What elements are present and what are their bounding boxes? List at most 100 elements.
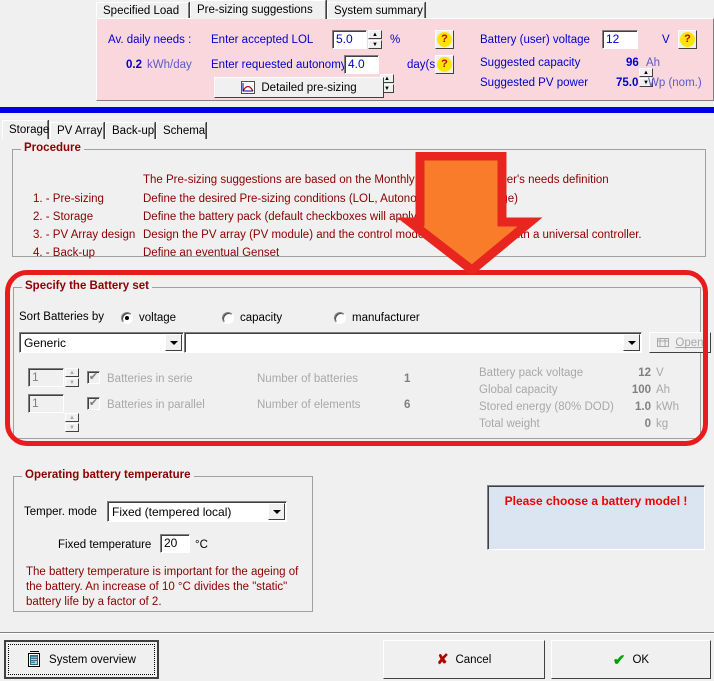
- batteries-in-parallel-input[interactable]: 1: [28, 394, 64, 413]
- tab-schema-label: Schema: [163, 125, 206, 137]
- total-weight-value: 0: [644, 418, 651, 430]
- blue-divider: [0, 107, 714, 113]
- batteries-in-parallel-spinner-down[interactable]: ▼: [65, 423, 79, 432]
- ok-label: OK: [632, 653, 650, 666]
- fixed-temperature-unit: °C: [195, 539, 208, 551]
- total-weight-unit: kg: [656, 418, 669, 430]
- global-capacity-value: 100: [631, 384, 651, 396]
- footer-divider: [0, 632, 714, 634]
- batteries-in-serie-label: Batteries in serie: [107, 373, 193, 385]
- chevron-down-icon[interactable]: [268, 503, 285, 520]
- question-mark-icon: ?: [437, 57, 452, 72]
- batteries-in-serie-spinner-down[interactable]: ▼: [65, 378, 79, 387]
- procedure-step-3-text: Design the PV array (PV module) and the …: [143, 229, 642, 241]
- procedure-group: Procedure The Pre-sizing suggestions are…: [12, 142, 706, 259]
- fixed-temperature-label: Fixed temperature: [58, 539, 152, 551]
- open-battery-database-label: Open: [675, 336, 704, 349]
- tab-back-up-label: Back-up: [112, 125, 155, 137]
- battery-pack-voltage-label: Battery pack voltage: [479, 367, 584, 379]
- battery-voltage-spinner-up[interactable]: ▲: [639, 68, 653, 77]
- requested-autonomy-input[interactable]: 4.0: [344, 55, 379, 74]
- top-tab-strip: Specified Load Pre-sizing suggestions Sy…: [96, 0, 714, 19]
- suggested-pv-power-label: Suggested PV power: [480, 77, 589, 89]
- battery-sort-combo[interactable]: Generic: [19, 332, 184, 353]
- system-overview-label: System overview: [49, 653, 136, 666]
- accepted-lol-spinner[interactable]: ▲ ▼: [368, 30, 382, 49]
- cross-icon: ✘: [436, 651, 449, 667]
- tab-storage[interactable]: Storage: [2, 120, 50, 139]
- requested-autonomy-help-button[interactable]: ?: [435, 55, 454, 74]
- avg-daily-needs-unit: kWh/day: [147, 59, 192, 71]
- radio-voltage-icon: [121, 312, 133, 324]
- chart-icon: [241, 81, 256, 94]
- number-of-elements-label: Number of elements: [257, 399, 361, 411]
- pre-sizing-summary-panel: Av. daily needs : 0.2 kWh/day Enter acce…: [96, 18, 714, 101]
- stored-energy-label: Stored energy (80% DOD): [479, 401, 614, 413]
- tab-storage-label: Storage: [9, 124, 50, 136]
- chevron-down-icon[interactable]: [623, 334, 640, 351]
- lower-tab-strip: Storage PV Array Back-up Schema: [0, 120, 714, 139]
- tab-pre-sizing-suggestions[interactable]: Pre-sizing suggestions: [190, 0, 326, 19]
- batteries-in-parallel-checkbox[interactable]: ✔: [87, 397, 100, 410]
- avg-daily-needs-value: 0.2: [126, 59, 142, 71]
- radio-sort-manufacturer[interactable]: manufacturer: [334, 312, 420, 324]
- number-of-elements-value: 6: [404, 399, 411, 411]
- procedure-step-1-text: Define the desired Pre-sizing conditions…: [143, 193, 519, 205]
- check-icon: ✔: [88, 371, 99, 383]
- detailed-pre-sizing-button[interactable]: Detailed pre-sizing: [214, 77, 384, 98]
- accepted-lol-help-button[interactable]: ?: [435, 30, 454, 49]
- requested-autonomy-label: Enter requested autonomy: [211, 59, 347, 71]
- fixed-temperature-input[interactable]: 20: [160, 534, 190, 553]
- batteries-in-serie-checkbox[interactable]: ✔: [87, 371, 100, 384]
- tab-back-up[interactable]: Back-up: [105, 122, 155, 139]
- batteries-in-serie-input[interactable]: 1: [28, 368, 64, 387]
- tab-pre-sizing-suggestions-label: Pre-sizing suggestions: [197, 4, 313, 16]
- procedure-caption: Procedure: [21, 142, 84, 154]
- battery-pack-voltage-value: 12: [638, 367, 651, 379]
- procedure-step-4-label: 4. - Back-up: [33, 247, 95, 259]
- battery-model-warning-text: Please choose a battery model !: [504, 494, 688, 508]
- batteries-in-serie-spinner[interactable]: ▲ ▼: [65, 368, 79, 387]
- battery-pack-voltage-unit: V: [656, 367, 664, 379]
- battery-model-combo[interactable]: [184, 332, 642, 353]
- battery-user-voltage-unit: V: [662, 34, 670, 46]
- tab-pv-array-label: PV Array: [57, 125, 103, 137]
- radio-sort-manufacturer-label: manufacturer: [352, 312, 420, 324]
- accepted-lol-spinner-down[interactable]: ▼: [368, 40, 382, 49]
- suggested-pv-power-unit: Wp (nom.): [648, 77, 702, 89]
- batteries-in-parallel-spinner[interactable]: ▲ ▼: [65, 413, 79, 432]
- system-overview-button[interactable]: System overview: [4, 640, 159, 679]
- radio-sort-voltage[interactable]: voltage: [121, 312, 176, 324]
- accepted-lol-input[interactable]: 5.0: [332, 30, 367, 49]
- ok-button[interactable]: ✔ OK: [551, 640, 711, 679]
- battery-set-caption: Specify the Battery set: [22, 280, 152, 292]
- batteries-in-serie-spinner-up[interactable]: ▲: [65, 368, 79, 377]
- procedure-step-2-label: 2. - Storage: [33, 211, 94, 223]
- global-capacity-unit: Ah: [656, 384, 671, 396]
- open-folder-icon: [657, 338, 670, 347]
- open-battery-database-button[interactable]: Open: [649, 332, 711, 353]
- tab-schema[interactable]: Schema: [156, 122, 206, 139]
- checkmark-icon: ✔: [612, 651, 626, 669]
- tab-specified-load-label: Specified Load: [103, 5, 180, 17]
- battery-voltage-help-button[interactable]: ?: [678, 30, 697, 49]
- battery-user-voltage-input[interactable]: 12: [602, 30, 638, 49]
- chevron-down-icon[interactable]: [165, 334, 182, 351]
- suggested-capacity-unit: Ah: [646, 57, 661, 69]
- temper-mode-combo[interactable]: Fixed (tempered local): [107, 501, 287, 522]
- temper-mode-combo-value: Fixed (tempered local): [112, 504, 232, 519]
- tab-specified-load[interactable]: Specified Load: [96, 2, 189, 19]
- procedure-step-2-text: Define the battery pack (default checkbo…: [143, 211, 505, 223]
- cancel-label: Cancel: [455, 653, 492, 666]
- tab-pv-array[interactable]: PV Array: [50, 122, 104, 139]
- tab-system-summary[interactable]: System summary: [327, 2, 425, 19]
- temper-mode-label: Temper. mode: [24, 506, 97, 518]
- cancel-button[interactable]: ✘ Cancel: [383, 640, 545, 679]
- global-capacity-label: Global capacity: [479, 384, 558, 396]
- batteries-in-parallel-spinner-up[interactable]: ▲: [65, 413, 79, 422]
- accepted-lol-spinner-up[interactable]: ▲: [368, 30, 382, 39]
- radio-sort-capacity[interactable]: capacity: [222, 312, 282, 324]
- radio-capacity-icon: [222, 312, 234, 324]
- sort-batteries-by-label: Sort Batteries by: [19, 311, 105, 323]
- temperature-caption: Operating battery temperature: [22, 469, 194, 481]
